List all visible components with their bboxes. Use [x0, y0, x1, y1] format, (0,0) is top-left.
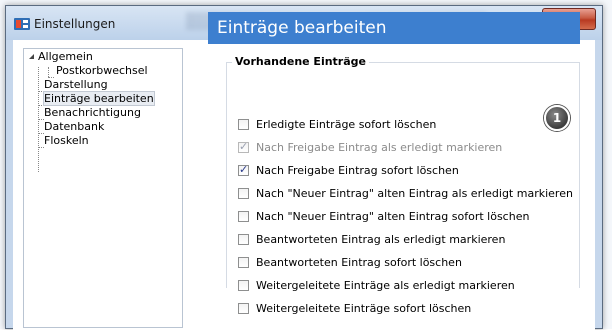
page-title: Einträge bearbeiten [208, 12, 580, 44]
option-label: Nach Freigabe Eintrag als erledigt marki… [256, 141, 503, 154]
option-label: Nach Freigabe Eintrag sofort löschen [256, 164, 459, 177]
checkbox[interactable] [238, 257, 249, 268]
option-label: Nach "Neuer Eintrag" alten Eintrag als e… [256, 187, 573, 200]
tree-item-allgemein[interactable]: Allgemein [38, 50, 93, 63]
settings-app-icon [14, 18, 30, 30]
option-label: Beantworteten Eintrag sofort löschen [256, 256, 462, 269]
expand-arrow-icon[interactable] [28, 53, 36, 61]
group-title: Vorhandene Einträge [232, 55, 369, 68]
checkbox[interactable] [238, 234, 249, 245]
option-label: Weitergeleitete Einträge sofort löschen [256, 302, 472, 315]
checkbox[interactable] [238, 211, 249, 222]
option-label: Nach "Neuer Eintrag" alten Eintrag sofor… [256, 210, 530, 223]
checkbox[interactable] [238, 140, 249, 153]
tree-connector [38, 147, 44, 148]
tree-item-datenbank[interactable]: Datenbank [44, 120, 104, 133]
checkbox[interactable] [238, 163, 249, 176]
checkbox[interactable] [238, 119, 249, 130]
checkbox[interactable] [238, 303, 249, 314]
settings-tree: Allgemein Postkorbwechsel Darstellung Ei… [23, 48, 183, 328]
tree-connector [48, 67, 49, 77]
tree-item-floskeln[interactable]: Floskeln [44, 134, 89, 147]
checkbox[interactable] [238, 280, 249, 291]
tree-item-postkorbwechsel[interactable]: Postkorbwechsel [56, 64, 148, 77]
option-label: Beantworteten Eintrag als erledigt marki… [256, 233, 506, 246]
tree-item-benachrichtigung[interactable]: Benachrichtigung [44, 106, 141, 119]
step-badge: 1 [544, 105, 570, 131]
tree-item-eintraege-bearbeiten[interactable]: Einträge bearbeiten [43, 91, 155, 106]
tree-item-darstellung[interactable]: Darstellung [44, 78, 108, 91]
window-title: Einstellungen [34, 17, 116, 31]
checkbox[interactable] [238, 188, 249, 199]
option-label: Weitergeleitete Einträge als erledigt ma… [256, 279, 515, 292]
page-title-text: Einträge bearbeiten [217, 18, 387, 38]
option-label: Erledigte Einträge sofort löschen [256, 118, 437, 131]
